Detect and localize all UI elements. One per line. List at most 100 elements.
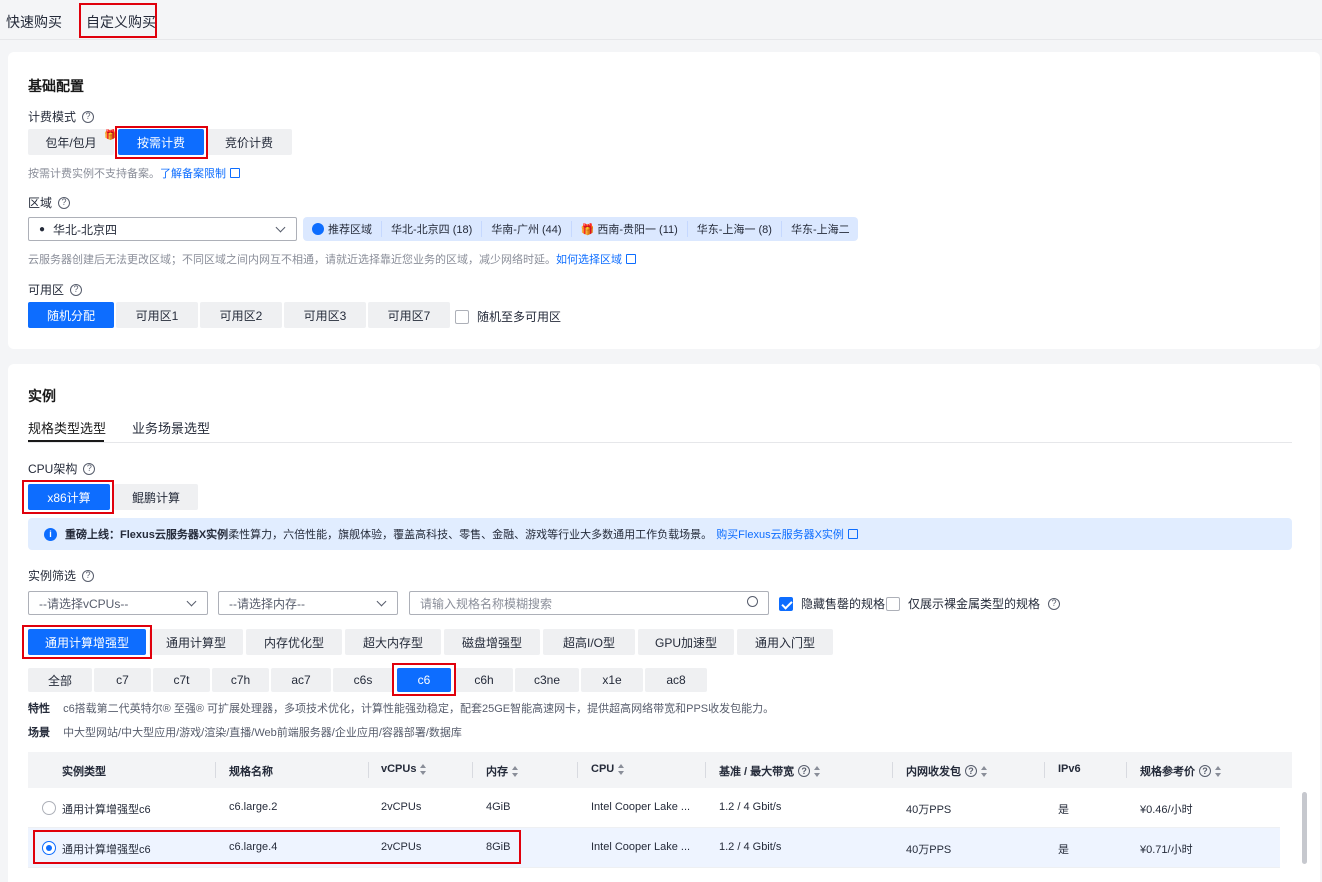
th-bandwidth[interactable]: 基准 / 最大带宽? bbox=[719, 763, 821, 779]
sort-icon[interactable] bbox=[618, 763, 625, 775]
tab-spec-type[interactable]: 规格类型选型 bbox=[28, 418, 106, 437]
only-baremetal-checkbox[interactable] bbox=[886, 596, 900, 611]
sort-icon[interactable] bbox=[981, 765, 988, 777]
type-ultra-io[interactable]: 超高I/O型 bbox=[543, 629, 635, 655]
cell-spec-name: c6.large.4 bbox=[229, 841, 278, 853]
recommended-regions-label: 推荐区域 bbox=[303, 221, 382, 237]
only-baremetal-option[interactable]: 仅展示裸金属类型的规格 ? bbox=[886, 595, 1061, 612]
spec-search-input[interactable]: 请输入规格名称模糊搜索 bbox=[409, 591, 769, 615]
sort-icon[interactable] bbox=[1215, 765, 1222, 777]
chevron-down-icon bbox=[186, 596, 197, 607]
th-memory[interactable]: 内存 bbox=[486, 763, 519, 779]
type-general-enhanced[interactable]: 通用计算增强型 bbox=[28, 629, 146, 655]
series-c7[interactable]: c7 bbox=[94, 668, 151, 692]
az-random-multi-checkbox[interactable] bbox=[455, 309, 469, 324]
hide-soldout-text: 隐藏售罄的规格 bbox=[801, 597, 886, 611]
billing-limit-link[interactable]: 了解备案限制 bbox=[160, 168, 226, 180]
info-icon: i bbox=[44, 527, 57, 541]
billing-spot[interactable]: 竞价计费 bbox=[206, 129, 292, 155]
th-price[interactable]: 规格参考价? bbox=[1140, 763, 1222, 779]
help-icon[interactable]: ? bbox=[82, 110, 95, 123]
buy-flexus-link[interactable]: 购买Flexus云服务器X实例 bbox=[716, 526, 844, 542]
help-icon[interactable]: ? bbox=[1199, 765, 1211, 777]
only-baremetal-text: 仅展示裸金属类型的规格 bbox=[908, 597, 1041, 611]
external-link-icon bbox=[230, 168, 240, 178]
help-icon[interactable]: ? bbox=[83, 462, 96, 475]
table-row[interactable]: 通用计算增强型c6 c6.large.2 2vCPUs 4GiB Intel C… bbox=[28, 788, 1280, 828]
header-divider bbox=[1126, 762, 1127, 778]
cpu-kunpeng[interactable]: 鲲鹏计算 bbox=[114, 484, 198, 510]
region-chip[interactable]: 华东-上海一 (8) bbox=[688, 221, 782, 237]
feature-text: c6搭载第二代英特尔® 至强® 可扩展处理器，多项技术优化，计算性能强劲稳定，配… bbox=[63, 703, 775, 715]
search-placeholder: 请输入规格名称模糊搜索 bbox=[420, 596, 553, 611]
cell-cpu: Intel Cooper Lake ... bbox=[591, 841, 691, 853]
type-general-entry[interactable]: 通用入门型 bbox=[737, 629, 833, 655]
series-c6h[interactable]: c6h bbox=[455, 668, 513, 692]
az-random-multi-option[interactable]: 随机至多可用区 bbox=[455, 308, 561, 325]
region-chip[interactable]: 华北-北京四 (18) bbox=[382, 221, 483, 237]
series-ac8[interactable]: ac8 bbox=[645, 668, 707, 692]
type-large-memory[interactable]: 超大内存型 bbox=[345, 629, 441, 655]
series-c3ne[interactable]: c3ne bbox=[515, 668, 579, 692]
th-vcpus[interactable]: vCPUs bbox=[381, 763, 427, 775]
hide-soldout-option[interactable]: 隐藏售罄的规格 bbox=[779, 595, 885, 612]
sort-icon[interactable] bbox=[420, 763, 427, 775]
memory-select[interactable]: --请选择内存-- bbox=[218, 591, 398, 615]
th-text: 内存 bbox=[486, 766, 508, 778]
az-random[interactable]: 随机分配 bbox=[28, 302, 114, 328]
type-gpu[interactable]: GPU加速型 bbox=[638, 629, 734, 655]
az-random-multi-text: 随机至多可用区 bbox=[477, 310, 562, 324]
filter-label: 实例筛选 ? bbox=[28, 567, 95, 584]
cell-ipv6: 是 bbox=[1058, 804, 1069, 816]
help-icon[interactable]: ? bbox=[1048, 597, 1061, 610]
row-radio[interactable] bbox=[42, 841, 56, 855]
type-general[interactable]: 通用计算型 bbox=[149, 629, 243, 655]
help-icon[interactable]: ? bbox=[58, 196, 71, 209]
cpu-x86[interactable]: x86计算 bbox=[28, 484, 110, 510]
help-icon[interactable]: ? bbox=[965, 765, 977, 777]
help-icon[interactable]: ? bbox=[798, 765, 811, 777]
table-row[interactable]: 通用计算增强型c6 c6.large.4 2vCPUs 8GiB Intel C… bbox=[28, 828, 1280, 868]
series-c7t[interactable]: c7t bbox=[153, 668, 210, 692]
az-7[interactable]: 可用区7 bbox=[368, 302, 450, 328]
type-memory-optimized[interactable]: 内存优化型 bbox=[246, 629, 342, 655]
region-chip[interactable]: 🎁 西南-贵阳一 (11) bbox=[572, 221, 688, 237]
az-3[interactable]: 可用区3 bbox=[284, 302, 366, 328]
hide-soldout-checkbox[interactable] bbox=[779, 596, 793, 611]
external-link-icon bbox=[847, 529, 858, 539]
series-x1e[interactable]: x1e bbox=[581, 668, 643, 692]
row-radio[interactable] bbox=[42, 801, 56, 815]
vcpu-select[interactable]: --请选择vCPUs-- bbox=[28, 591, 208, 615]
series-c6s[interactable]: c6s bbox=[333, 668, 393, 692]
region-chip[interactable]: 华东-上海二 bbox=[782, 221, 859, 237]
series-ac7[interactable]: ac7 bbox=[271, 668, 331, 692]
search-icon[interactable] bbox=[747, 596, 758, 607]
sort-icon[interactable] bbox=[512, 765, 519, 777]
billing-yearly-monthly[interactable]: 包年/包月 bbox=[28, 129, 114, 155]
th-pps[interactable]: 内网收发包? bbox=[906, 763, 988, 779]
region-note: 云服务器创建后无法更改区域；不同区域之间内网互不相通，请就近选择靠近您业务的区域… bbox=[28, 251, 636, 267]
sort-icon[interactable] bbox=[814, 765, 821, 777]
help-icon[interactable]: ? bbox=[82, 569, 95, 582]
table-scrollbar[interactable] bbox=[1302, 792, 1307, 864]
tab-business-scene[interactable]: 业务场景选型 bbox=[132, 418, 210, 437]
az-label: 可用区 ? bbox=[28, 281, 83, 298]
tab-quick-buy[interactable]: 快速购买 bbox=[6, 12, 62, 32]
az-2[interactable]: 可用区2 bbox=[200, 302, 282, 328]
billing-on-demand[interactable]: 按需计费 bbox=[118, 129, 204, 155]
series-c6[interactable]: c6 bbox=[397, 668, 451, 692]
cell-vcpus: 2vCPUs bbox=[381, 841, 422, 853]
help-icon[interactable]: ? bbox=[70, 283, 83, 296]
type-disk-enhanced[interactable]: 磁盘增强型 bbox=[444, 629, 540, 655]
tab-custom-buy[interactable]: 自定义购买 bbox=[86, 12, 156, 32]
th-cpu[interactable]: CPU bbox=[591, 763, 625, 775]
cpu-arch-label: CPU架构 ? bbox=[28, 460, 96, 477]
series-all[interactable]: 全部 bbox=[28, 668, 92, 692]
cell-instance-type: 通用计算增强型c6 bbox=[62, 804, 151, 816]
region-select[interactable]: ● 华北-北京四 bbox=[28, 217, 297, 241]
region-chip[interactable]: 华南-广州 (44) bbox=[482, 221, 572, 237]
how-to-choose-region-link[interactable]: 如何选择区域 bbox=[556, 254, 622, 266]
az-1[interactable]: 可用区1 bbox=[116, 302, 198, 328]
basic-config-title: 基础配置 bbox=[28, 78, 84, 94]
series-c7h[interactable]: c7h bbox=[212, 668, 269, 692]
